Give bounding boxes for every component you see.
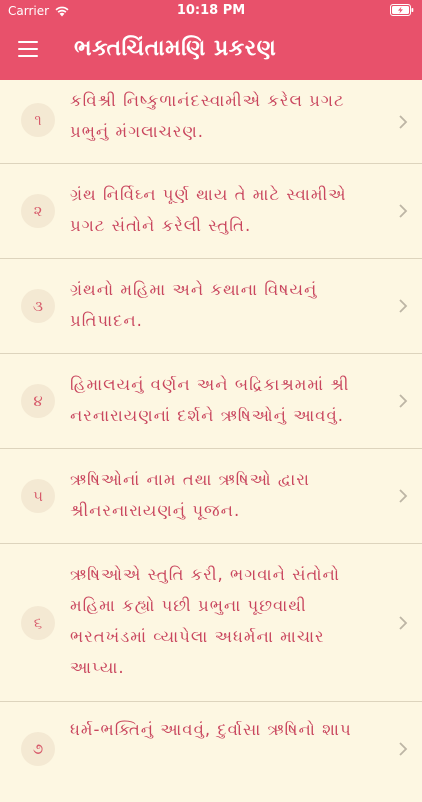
chevron-right-icon (399, 394, 408, 408)
list-item[interactable]: ૩ ગ્રંથનો મહિમા અને કથાના વિષયનું પ્રતિપ… (0, 259, 422, 354)
page-title: ભક્તચિંતામણિ પ્રકરણ (74, 36, 277, 61)
list-item[interactable]: ૫ ઋષિઓનાં નામ તથા ઋષિઓ દ્વારા શ્રીનરનારા… (0, 449, 422, 544)
chapter-title: ઋષિઓનાં નામ તથા ઋષિઓ દ્વારા શ્રીનરનારાયણ… (70, 470, 310, 520)
chevron-right-icon (399, 299, 408, 313)
list-item[interactable]: ૭ ધર્મ-ભક્તિનું આવવું, દુર્વાસા ઋષિનો શા… (0, 702, 422, 802)
chevron-right-icon (399, 204, 408, 218)
status-time: 10:18 PM (176, 3, 246, 18)
chapter-title: કવિશ્રી નિષ્કુળાનંદસ્વામીએ કરેલ પ્રગટ પ્… (70, 91, 345, 141)
chapter-number: ૫ (21, 479, 55, 513)
chapter-list: ૧ કવિશ્રી નિષ્કુળાનંદસ્વામીએ કરેલ પ્રગટ … (0, 80, 422, 802)
chevron-right-icon (399, 742, 408, 756)
list-item[interactable]: ૪ હિમાલયનું વર્ણન અને બદ્રિકાશ્રમમાં શ્ર… (0, 354, 422, 449)
chevron-right-icon (399, 489, 408, 503)
chapter-title: ગ્રંથનો મહિમા અને કથાના વિષયનું પ્રતિપાદ… (70, 280, 318, 330)
chapter-number: ૭ (21, 732, 55, 766)
list-item[interactable]: ૬ ઋષિઓએ સ્તુતિ કરી, ભગવાને સંતોનો મહિમા … (0, 544, 422, 702)
chapter-number: ૬ (21, 606, 55, 640)
list-item[interactable]: ૨ ગ્રંથ નિર્વિઘ્ન પૂર્ણ થાય તે માટે સ્વા… (0, 164, 422, 259)
menu-icon[interactable] (18, 41, 38, 57)
chapter-number: ૧ (21, 103, 55, 137)
chapter-title: ગ્રંથ નિર્વિઘ્ન પૂર્ણ થાય તે માટે સ્વામી… (70, 185, 347, 235)
app-header: Carrier 10:18 PM ભક્તચિંતામણિ પ્રકરણ (0, 0, 422, 80)
chapter-number: ૪ (21, 384, 55, 418)
list-item[interactable]: ૧ કવિશ્રી નિષ્કુળાનંદસ્વામીએ કરેલ પ્રગટ … (0, 80, 422, 164)
nav-bar: ભક્તચિંતામણિ પ્રકરણ (0, 22, 422, 80)
chapter-number: ૩ (21, 289, 55, 323)
status-bar: Carrier 10:18 PM (0, 0, 422, 22)
chapter-number: ૨ (21, 194, 55, 228)
chapter-title: ઋષિઓએ સ્તુતિ કરી, ભગવાને સંતોનો મહિમા કહ… (70, 565, 340, 677)
battery-charging-icon (390, 4, 414, 16)
chapter-title: હિમાલયનું વર્ણન અને બદ્રિકાશ્રમમાં શ્રી … (70, 375, 350, 425)
chevron-right-icon (399, 115, 408, 129)
chapter-title: ધર્મ-ભક્તિનું આવવું, દુર્વાસા ઋષિનો શાપ (70, 720, 352, 739)
chevron-right-icon (399, 616, 408, 630)
